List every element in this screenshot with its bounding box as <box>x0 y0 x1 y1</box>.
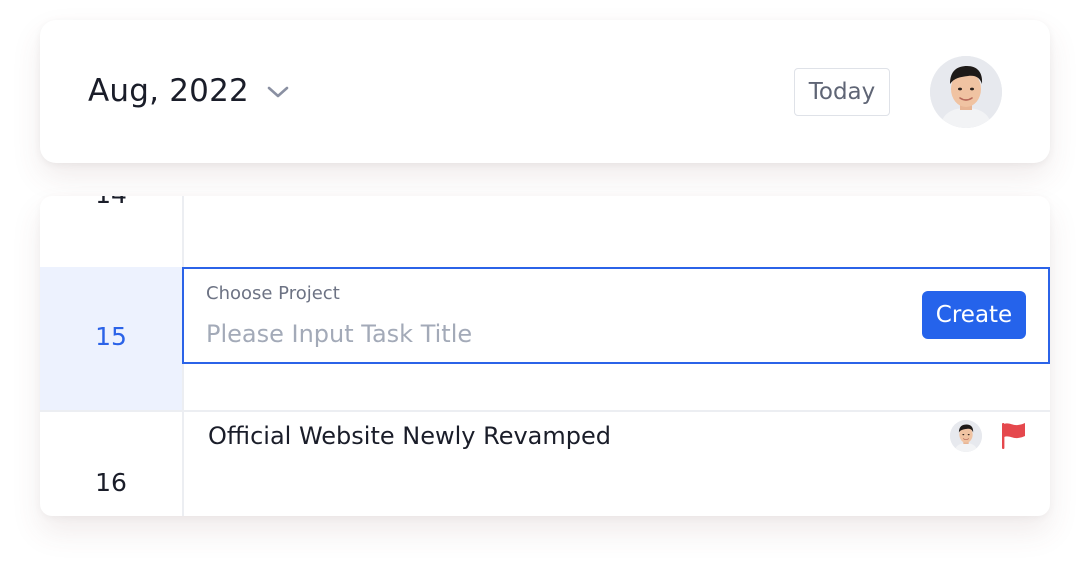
new-task-form: Choose Project Create <box>182 267 1050 364</box>
day-cell: 14 <box>40 196 182 267</box>
calendar-header: Aug, 2022 Today <box>40 20 1050 163</box>
user-avatar-icon <box>930 56 1002 128</box>
assignee-avatar[interactable] <box>950 420 982 452</box>
choose-project-select[interactable]: Choose Project <box>206 283 340 304</box>
assignee-avatar-icon <box>950 420 982 452</box>
day-number: 16 <box>95 468 127 497</box>
task-title[interactable]: Official Website Newly Revamped <box>208 422 611 450</box>
day-row-15[interactable]: 15 Choose Project Create <box>40 267 1050 410</box>
day-cell: 16 <box>40 412 182 516</box>
user-avatar[interactable] <box>930 56 1002 128</box>
day-row-14[interactable]: 14 <box>40 196 1050 267</box>
calendar-list: 14 15 Choose Project Create 16 Official … <box>40 196 1050 516</box>
create-button[interactable]: Create <box>922 291 1026 339</box>
chevron-down-icon[interactable] <box>264 78 292 106</box>
day-cell-selected: 15 <box>40 267 182 410</box>
day-number: 14 <box>40 196 182 209</box>
month-title[interactable]: Aug, 2022 <box>88 72 249 110</box>
flag-icon[interactable] <box>998 420 1028 452</box>
app-stage: Aug, 2022 Today 14 <box>0 0 1090 576</box>
day-number: 15 <box>95 322 127 351</box>
today-button[interactable]: Today <box>794 68 890 116</box>
day-row-16[interactable]: 16 Official Website Newly Revamped <box>40 410 1050 516</box>
task-title-input[interactable] <box>206 317 886 351</box>
